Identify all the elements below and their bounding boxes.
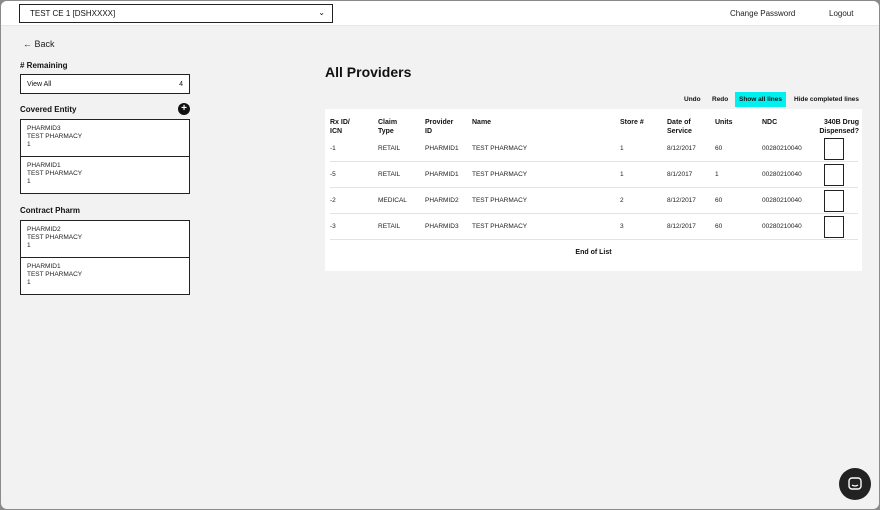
cell-rx-id: -3 bbox=[330, 223, 336, 230]
cell-units: 60 bbox=[715, 223, 723, 230]
cell-rx-id: -1 bbox=[330, 145, 336, 152]
cell-date: 8/1/2017 bbox=[667, 171, 693, 178]
chat-button[interactable] bbox=[839, 468, 871, 500]
cell-units: 1 bbox=[715, 171, 719, 178]
col-header-claim-type: Claim Type bbox=[378, 119, 398, 135]
table-row: -1 RETAIL PHARMID1 TEST PHARMACY 1 8/12/… bbox=[330, 136, 858, 162]
col-header-ndc: NDC bbox=[762, 119, 778, 126]
card-id: PHARMID1 bbox=[27, 263, 61, 270]
cell-store: 2 bbox=[620, 197, 624, 204]
dispensed-checkbox[interactable] bbox=[824, 138, 844, 160]
card-count: 1 bbox=[27, 178, 31, 185]
col-header-date-of-service: Date of Service bbox=[667, 119, 692, 135]
contract-pharm-card[interactable]: PHARMID2 TEST PHARMACY 1 bbox=[20, 220, 190, 258]
card-count: 1 bbox=[27, 279, 31, 286]
cell-store: 1 bbox=[620, 145, 624, 152]
cell-provider-id: PHARMID1 bbox=[425, 171, 459, 178]
card-name: TEST PHARMACY bbox=[27, 133, 83, 140]
remaining-title: # Remaining bbox=[20, 61, 68, 70]
table-row: -2 MEDICAL PHARMID2 TEST PHARMACY 2 8/12… bbox=[330, 188, 858, 214]
col-header-provider-id: Provider ID bbox=[425, 119, 454, 135]
cell-name: TEST PHARMACY bbox=[472, 223, 528, 230]
cell-ndc: 00280210040 bbox=[762, 171, 802, 178]
cell-claim-type: RETAIL bbox=[378, 145, 401, 152]
page-title: All Providers bbox=[325, 64, 412, 80]
show-all-lines-button[interactable]: Show all lines bbox=[735, 92, 786, 107]
cell-store: 3 bbox=[620, 223, 624, 230]
cell-rx-id: -2 bbox=[330, 197, 336, 204]
view-all-filter[interactable]: View All 4 bbox=[20, 74, 190, 94]
col-header-340b-dispensed: 340B Drug Dispensed? bbox=[819, 119, 859, 135]
cell-provider-id: PHARMID2 bbox=[425, 197, 459, 204]
card-id: PHARMID2 bbox=[27, 226, 61, 233]
card-name: TEST PHARMACY bbox=[27, 271, 83, 278]
chat-icon bbox=[848, 477, 862, 490]
card-count: 1 bbox=[27, 242, 31, 249]
col-header-units: Units bbox=[715, 119, 733, 126]
card-id: PHARMID1 bbox=[27, 162, 61, 169]
cell-claim-type: RETAIL bbox=[378, 171, 401, 178]
dispensed-checkbox[interactable] bbox=[824, 164, 844, 186]
cell-provider-id: PHARMID1 bbox=[425, 145, 459, 152]
col-header-store: Store # bbox=[620, 119, 644, 126]
top-bar: TEST CE 1 [DSHXXXX] ⌄ Change Password Lo… bbox=[1, 1, 879, 26]
dispensed-checkbox[interactable] bbox=[824, 190, 844, 212]
cell-rx-id: -5 bbox=[330, 171, 336, 178]
col-header-name: Name bbox=[472, 119, 492, 126]
card-name: TEST PHARMACY bbox=[27, 234, 83, 241]
contract-pharm-title: Contract Pharm bbox=[20, 206, 81, 215]
dispensed-checkbox[interactable] bbox=[824, 216, 844, 238]
covered-entity-title: Covered Entity bbox=[20, 105, 77, 114]
view-all-count: 4 bbox=[179, 81, 183, 88]
logout-link[interactable]: Logout bbox=[829, 9, 853, 18]
cell-ndc: 00280210040 bbox=[762, 145, 802, 152]
change-password-link[interactable]: Change Password bbox=[730, 9, 795, 18]
card-name: TEST PHARMACY bbox=[27, 170, 83, 177]
cell-date: 8/12/2017 bbox=[667, 145, 696, 152]
add-covered-entity-icon[interactable]: + bbox=[178, 103, 190, 115]
cell-name: TEST PHARMACY bbox=[472, 171, 528, 178]
contract-pharm-card[interactable]: PHARMID1 TEST PHARMACY 1 bbox=[20, 257, 190, 295]
undo-button[interactable]: Undo bbox=[680, 92, 705, 107]
card-count: 1 bbox=[27, 141, 31, 148]
cell-date: 8/12/2017 bbox=[667, 223, 696, 230]
view-all-label: View All bbox=[27, 81, 52, 88]
entity-select[interactable]: TEST CE 1 [DSHXXXX] ⌄ bbox=[19, 4, 333, 23]
redo-button[interactable]: Redo bbox=[708, 92, 732, 107]
cell-claim-type: RETAIL bbox=[378, 223, 401, 230]
col-header-rx-id: Rx ID/ICN bbox=[330, 119, 350, 135]
cell-units: 60 bbox=[715, 145, 723, 152]
cell-date: 8/12/2017 bbox=[667, 197, 696, 204]
table-row: -3 RETAIL PHARMID3 TEST PHARMACY 3 8/12/… bbox=[330, 214, 858, 240]
back-link[interactable]: ← Back bbox=[23, 39, 55, 49]
chevron-down-icon: ⌄ bbox=[318, 8, 325, 17]
cell-ndc: 00280210040 bbox=[762, 223, 802, 230]
card-id: PHARMID3 bbox=[27, 125, 61, 132]
cell-ndc: 00280210040 bbox=[762, 197, 802, 204]
providers-table: Rx ID/ICN Claim Type Provider ID Name Stor… bbox=[325, 109, 862, 271]
cell-name: TEST PHARMACY bbox=[472, 145, 528, 152]
cell-units: 60 bbox=[715, 197, 723, 204]
cell-name: TEST PHARMACY bbox=[472, 197, 528, 204]
end-of-list-label: End of List bbox=[575, 249, 612, 256]
table-row: -5 RETAIL PHARMID1 TEST PHARMACY 1 8/1/2… bbox=[330, 162, 858, 188]
hide-completed-lines-button[interactable]: Hide completed lines bbox=[790, 92, 863, 107]
entity-select-value: TEST CE 1 [DSHXXXX] bbox=[30, 9, 116, 18]
cell-claim-type: MEDICAL bbox=[378, 197, 407, 204]
app-window: TEST CE 1 [DSHXXXX] ⌄ Change Password Lo… bbox=[1, 1, 879, 509]
cell-store: 1 bbox=[620, 171, 624, 178]
cell-provider-id: PHARMID3 bbox=[425, 223, 459, 230]
covered-entity-card[interactable]: PHARMID1 TEST PHARMACY 1 bbox=[20, 156, 190, 194]
covered-entity-card[interactable]: PHARMID3 TEST PHARMACY 1 bbox=[20, 119, 190, 157]
